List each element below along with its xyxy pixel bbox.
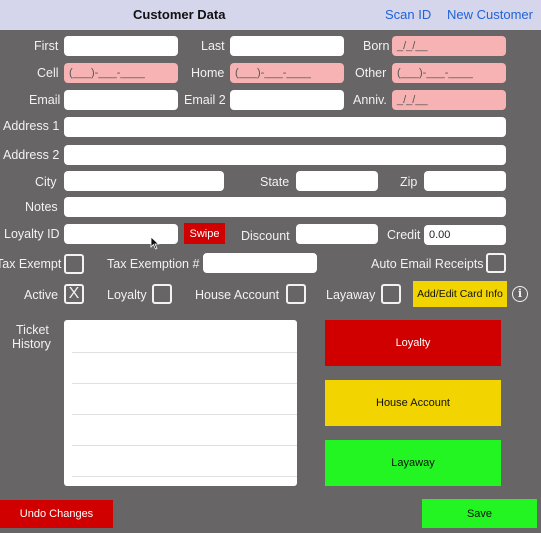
state-label: State: [260, 175, 290, 189]
active-label: Active: [24, 288, 59, 302]
home-phone-field[interactable]: (___)-___-____: [230, 63, 344, 83]
loyalty-checkbox[interactable]: [152, 284, 172, 304]
notes-label: Notes: [25, 200, 58, 214]
city-field[interactable]: [64, 171, 224, 191]
credit-field[interactable]: 0.00: [424, 225, 506, 245]
auto-email-label: Auto Email Receipts: [371, 257, 484, 271]
list-separator: [72, 383, 297, 384]
first-label: First: [34, 39, 59, 53]
cell-phone-field[interactable]: (___)-___-____: [64, 63, 178, 83]
born-label: Born: [363, 39, 390, 53]
state-field[interactable]: [296, 171, 378, 191]
tax-exemption-no-label: Tax Exemption #: [107, 257, 200, 271]
page-title: Customer Data: [133, 7, 226, 22]
home-label: Home: [191, 66, 225, 80]
list-separator: [72, 476, 297, 477]
active-checkbox[interactable]: X: [64, 284, 84, 304]
anniv-label: Anniv.: [353, 93, 387, 107]
loyalty-button[interactable]: Loyalty: [325, 320, 501, 366]
anniversary-date-field[interactable]: _/_/__: [392, 90, 506, 110]
email-label: Email: [29, 93, 61, 107]
mouse-cursor-icon: [150, 236, 160, 250]
add-edit-card-button[interactable]: Add/Edit Card Info: [413, 281, 507, 307]
other-phone-field[interactable]: (___)-___-____: [392, 63, 506, 83]
other-label: Other: [355, 66, 387, 80]
zip-label: Zip: [400, 175, 418, 189]
loyalty-id-field[interactable]: [64, 224, 178, 244]
first-name-field[interactable]: [64, 36, 178, 56]
scan-id-button[interactable]: Scan ID: [385, 7, 431, 22]
ticket-history-label-2: History: [12, 337, 51, 351]
house-account-button[interactable]: House Account: [325, 380, 501, 426]
address1-field[interactable]: [64, 117, 506, 137]
tax-exemption-no-field[interactable]: [203, 253, 317, 273]
house-account-checkbox[interactable]: [286, 284, 306, 304]
loyalty-id-label: Loyalty ID: [4, 227, 60, 241]
email2-label: Email 2: [184, 93, 226, 107]
cell-label: Cell: [37, 66, 59, 80]
city-label: City: [35, 175, 57, 189]
save-button[interactable]: Save: [422, 499, 537, 528]
notes-field[interactable]: [64, 197, 506, 217]
loyalty-label: Loyalty: [107, 288, 147, 302]
layaway-label: Layaway: [326, 288, 376, 302]
tax-exempt-checkbox[interactable]: [64, 254, 84, 274]
list-separator: [72, 445, 297, 446]
new-customer-button[interactable]: New Customer: [447, 7, 533, 22]
born-date-field[interactable]: _/_/__: [392, 36, 506, 56]
address2-field[interactable]: [64, 145, 506, 165]
email-field[interactable]: [64, 90, 178, 110]
info-icon[interactable]: i: [512, 286, 528, 302]
layaway-button[interactable]: Layaway: [325, 440, 501, 486]
list-separator: [72, 414, 297, 415]
ticket-history-list[interactable]: [64, 320, 297, 486]
house-account-label: House Account: [195, 288, 280, 302]
list-separator: [72, 352, 297, 353]
zip-field[interactable]: [424, 171, 506, 191]
undo-changes-button[interactable]: Undo Changes: [0, 500, 113, 528]
swipe-button[interactable]: Swipe: [184, 223, 225, 244]
header-bar: Customer Data Scan ID New Customer: [0, 0, 541, 30]
address1-label: Address 1: [3, 119, 60, 133]
discount-field[interactable]: [296, 224, 378, 244]
discount-label: Discount: [241, 229, 290, 243]
auto-email-checkbox[interactable]: [486, 253, 506, 273]
credit-label: Credit: [387, 228, 421, 242]
tax-exempt-label: Tax Exempt: [0, 257, 62, 271]
last-label: Last: [201, 39, 225, 53]
address2-label: Address 2: [3, 148, 60, 162]
layaway-checkbox[interactable]: [381, 284, 401, 304]
last-name-field[interactable]: [230, 36, 344, 56]
email2-field[interactable]: [230, 90, 344, 110]
